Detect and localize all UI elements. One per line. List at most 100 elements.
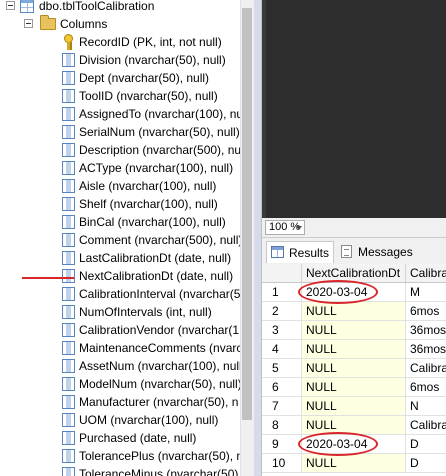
column-label: ACType (nvarchar(100), null) [79, 161, 234, 175]
column-header-calibration-interval[interactable]: Calibrat [406, 264, 446, 283]
column-icon [62, 359, 75, 373]
column-icon [62, 215, 75, 229]
cell-next-calibration-dt[interactable]: NULL [302, 321, 406, 340]
column-icon [62, 341, 75, 355]
row-number[interactable]: 3 [262, 321, 302, 340]
row-number[interactable]: 10 [262, 454, 302, 473]
query-editor[interactable] [262, 0, 446, 218]
chevron-down-icon[interactable] [296, 226, 302, 230]
column-label: CalibrationInterval (nvarchar(5 [79, 287, 240, 301]
tree-scrollbar-thumb[interactable] [242, 8, 252, 420]
folder-label: Columns [60, 17, 108, 31]
column-label: CalibrationVendor (nvarchar(1 [79, 323, 240, 337]
tab-messages-label: Messages [358, 245, 413, 259]
column-label: Purchased (date, null) [79, 431, 197, 445]
column-label: NumOfIntervals (int, null) [79, 305, 212, 319]
column-label: RecordID (PK, int, not null) [79, 35, 222, 49]
tab-results-label: Results [289, 246, 330, 260]
cell-calibration-interval[interactable]: Calibrat [406, 359, 446, 378]
cell-calibration-interval[interactable]: N [406, 397, 446, 416]
zoom-bar: 100 % [262, 218, 446, 238]
column-icon [62, 143, 75, 157]
annotation-circle [298, 432, 378, 456]
editor-margin [262, 0, 266, 218]
column-label: MaintenanceComments (nvarch [79, 341, 240, 355]
column-icon [62, 431, 75, 445]
column-icon [62, 107, 75, 121]
column-icon [62, 413, 75, 427]
grid-corner[interactable] [262, 264, 302, 283]
row-number[interactable]: 8 [262, 416, 302, 435]
column-label: NextCalibrationDt (date, null) [79, 269, 234, 283]
grid-icon [271, 246, 284, 258]
results-tabs: Results Messages [262, 238, 446, 264]
column-label: Aisle (nvarchar(100), null) [79, 179, 217, 193]
row-number[interactable]: 4 [262, 340, 302, 359]
messages-icon [341, 245, 352, 258]
row-number[interactable]: 9 [262, 435, 302, 454]
folder-icon [40, 15, 56, 30]
collapse-icon[interactable] [6, 1, 15, 10]
cell-calibration-interval[interactable]: 36mos [406, 321, 446, 340]
column-label: Shelf (nvarchar(100), null) [79, 197, 218, 211]
column-icon [62, 323, 75, 337]
cell-next-calibration-dt[interactable]: NULL [302, 359, 406, 378]
cell-calibration-interval[interactable]: D [406, 435, 446, 454]
annotation-underline [22, 277, 74, 279]
column-label: Comment (nvarchar(500), null) [79, 233, 240, 247]
cell-calibration-interval[interactable]: 36mos [406, 340, 446, 359]
cell-calibration-interval[interactable]: Calibrat [406, 416, 446, 435]
column-icon [62, 377, 75, 391]
object-explorer-tree[interactable]: dbo.tblToolCalibration Columns RecordID … [0, 0, 240, 476]
column-icon [62, 233, 75, 247]
column-icon [62, 125, 75, 139]
column-icon [62, 305, 75, 319]
column-label: BinCal (nvarchar(100), null) [79, 215, 226, 229]
zoom-select[interactable]: 100 % [265, 220, 305, 235]
column-icon [62, 179, 75, 193]
tab-messages[interactable]: Messages [336, 241, 416, 263]
cell-calibration-interval[interactable]: 6mos [406, 302, 446, 321]
row-number[interactable]: 5 [262, 359, 302, 378]
column-icon [62, 395, 75, 409]
cell-next-calibration-dt[interactable]: NULL [302, 378, 406, 397]
column-label: Manufacturer (nvarchar(50), n [79, 395, 239, 409]
cell-calibration-interval[interactable]: D [406, 454, 446, 473]
cell-next-calibration-dt[interactable]: NULL [302, 340, 406, 359]
results-grid[interactable]: NextCalibrationDt Calibrat 12020-03-04M2… [262, 264, 446, 476]
annotation-circle [298, 280, 378, 304]
tab-results[interactable]: Results [266, 241, 334, 263]
primary-key-icon [62, 34, 76, 50]
row-number[interactable]: 6 [262, 378, 302, 397]
row-number[interactable]: 2 [262, 302, 302, 321]
column-label: AssignedTo (nvarchar(100), nu [79, 107, 240, 121]
column-icon [62, 287, 75, 301]
table-name: dbo.tblToolCalibration [39, 0, 155, 13]
column-label: AssetNum (nvarchar(100), null) [79, 359, 240, 373]
cell-next-calibration-dt[interactable]: NULL [302, 454, 406, 473]
table-icon [20, 0, 34, 13]
column-icon [62, 269, 75, 283]
row-number[interactable]: 7 [262, 397, 302, 416]
column-icon [62, 449, 75, 463]
cell-next-calibration-dt[interactable]: NULL [302, 397, 406, 416]
column-label: Dept (nvarchar(50), null) [79, 71, 210, 85]
column-icon [62, 251, 75, 265]
column-label: ToleranceMinus (nvarchar(50) [79, 467, 239, 476]
row-number[interactable]: 1 [262, 283, 302, 302]
column-icon [62, 71, 75, 85]
cell-calibration-interval[interactable]: M [406, 283, 446, 302]
column-icon [62, 467, 75, 476]
column-label: ToolID (nvarchar(50), null) [79, 89, 218, 103]
pane-splitter[interactable] [254, 0, 262, 476]
column-icon [62, 53, 75, 67]
column-label: Division (nvarchar(50), null) [79, 53, 226, 67]
column-label: TolerancePlus (nvarchar(50), n [79, 449, 240, 463]
cell-calibration-interval[interactable]: 6mos [406, 378, 446, 397]
column-icon [62, 197, 75, 211]
column-label: SerialNum (nvarchar(50), null) [79, 125, 240, 139]
cell-next-calibration-dt[interactable]: NULL [302, 302, 406, 321]
column-label: UOM (nvarchar(100), null) [79, 413, 219, 427]
collapse-icon[interactable] [24, 19, 33, 28]
column-label: LastCalibrationDt (date, null) [79, 251, 232, 265]
